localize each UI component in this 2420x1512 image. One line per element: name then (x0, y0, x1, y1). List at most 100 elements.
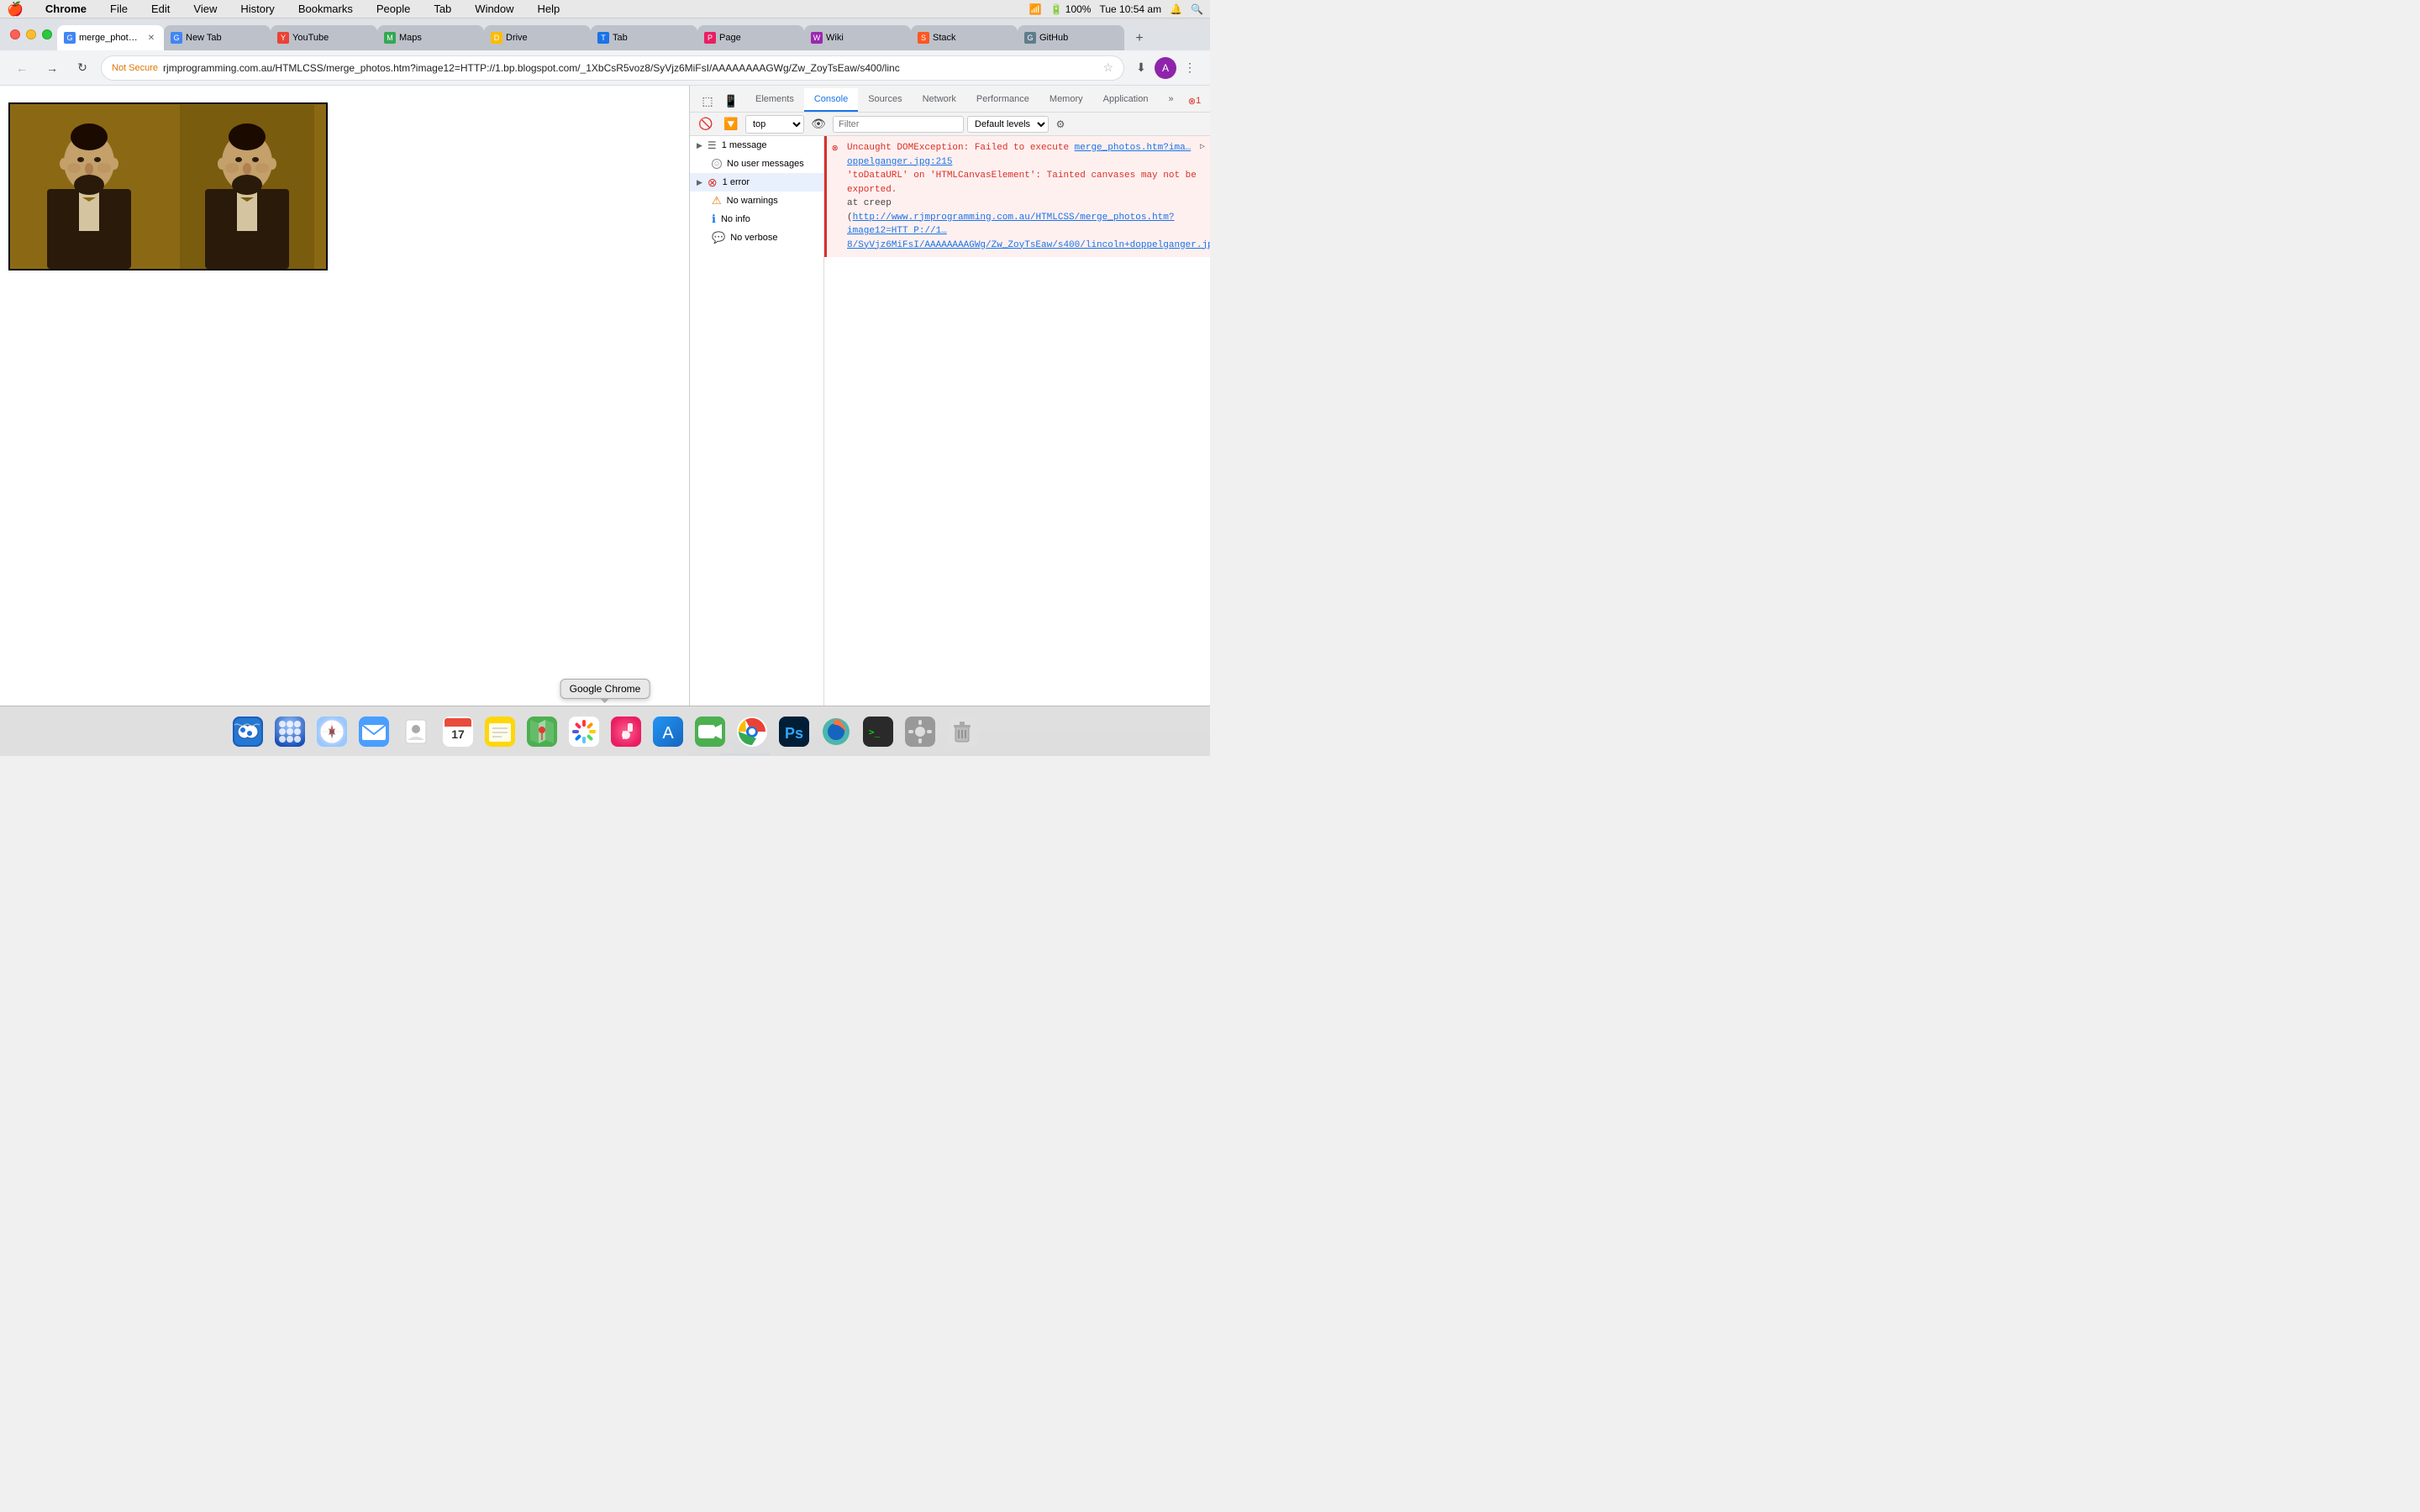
tab-title-3: YouTube (292, 33, 371, 43)
sidebar-item-info-label: No info (721, 214, 750, 224)
portrait-container (10, 104, 326, 269)
menubar-chrome[interactable]: Chrome (40, 1, 92, 17)
profile-icon[interactable]: A (1155, 57, 1176, 79)
filter-icon[interactable]: 🔽 (720, 113, 742, 135)
devtools-tab-application[interactable]: Application (1093, 88, 1159, 112)
dock-finder[interactable] (229, 713, 266, 750)
sidebar-item-info[interactable]: ℹ No info (690, 210, 823, 228)
dock-itunes[interactable] (608, 713, 644, 750)
devtools-settings-icon[interactable]: ⚙ (1209, 90, 1210, 112)
dock-photos[interactable] (566, 713, 602, 750)
inactive-tab-6[interactable]: P Page (697, 25, 804, 50)
inactive-tab-4[interactable]: D Drive (484, 25, 591, 50)
dock-firefox[interactable] (818, 713, 855, 750)
dock-mail[interactable] (355, 713, 392, 750)
devtools-tab-memory[interactable]: Memory (1039, 88, 1093, 112)
apple-menu-icon[interactable]: 🍎 (7, 1, 24, 18)
sidebar-item-errors[interactable]: ▶ ⊗ 1 error (690, 173, 823, 192)
svg-text:17: 17 (451, 727, 465, 741)
menubar-edit[interactable]: Edit (146, 1, 175, 17)
expand-icon-2: ▶ (697, 178, 702, 187)
devtools-tab-more[interactable]: » (1158, 88, 1183, 112)
menubar-file[interactable]: File (105, 1, 133, 17)
dock: Google Chrome 17 A Ps >_ (0, 706, 1210, 756)
minimize-button[interactable] (26, 29, 36, 39)
address-bar[interactable]: Not Secure rjmprogramming.com.au/HTMLCSS… (101, 55, 1124, 81)
devtools-tab-performance[interactable]: Performance (966, 88, 1039, 112)
filter-input[interactable] (833, 116, 964, 133)
dock-contacts[interactable] (397, 713, 434, 750)
menubar-people[interactable]: People (371, 1, 415, 17)
extensions-menu[interactable]: ⬇ (1131, 58, 1151, 78)
error-link-method[interactable]: merge_photos.htm?ima…oppelganger.jpg:215 (847, 143, 1191, 167)
tab-title-4: Maps (399, 33, 477, 43)
inactive-tab-9[interactable]: G GitHub (1018, 25, 1124, 50)
dock-appstore[interactable]: A (650, 713, 687, 750)
context-selector[interactable]: top (745, 115, 804, 134)
dock-settings[interactable] (902, 713, 939, 750)
bookmark-star-icon[interactable]: ☆ (1102, 60, 1113, 75)
dock-notes[interactable] (481, 713, 518, 750)
back-button[interactable]: ← (10, 56, 34, 80)
tab-close-button[interactable]: ✕ (145, 32, 157, 44)
toolbar-row: 🚫 🔽 top 👁 Default levels ⚙ (695, 113, 1205, 135)
menubar-help[interactable]: Help (533, 1, 566, 17)
devtools-tab-elements[interactable]: Elements (745, 88, 804, 112)
tab-favicon-7: P (704, 32, 716, 44)
menubar-view[interactable]: View (188, 1, 222, 17)
devtools-inspect-icon[interactable]: ⬚ (697, 90, 718, 112)
inactive-tab-3[interactable]: M Maps (377, 25, 484, 50)
devtools-controls: ⊗ 1 ⚙ ⋮ ✕ (1184, 90, 1210, 112)
active-tab[interactable]: G merge_photos.htm ✕ (57, 25, 164, 50)
eye-icon[interactable]: 👁 (808, 113, 829, 135)
console-settings-icon[interactable]: ⚙ (1052, 116, 1069, 133)
sidebar-item-messages[interactable]: ▶ ☰ 1 message (690, 136, 823, 155)
error-row-expand-icon[interactable]: ▷ (1200, 141, 1205, 154)
dock-trash[interactable] (944, 713, 981, 750)
sidebar-item-user-messages[interactable]: ○ No user messages (690, 155, 823, 173)
devtools-mobile-icon[interactable]: 📱 (720, 90, 742, 112)
inactive-tab-2[interactable]: Y YouTube (271, 25, 377, 50)
dock-photoshop[interactable]: Ps (776, 713, 813, 750)
dock-maps[interactable] (523, 713, 560, 750)
forward-button[interactable]: → (40, 56, 64, 80)
devtools-tab-network[interactable]: Network (913, 88, 966, 112)
tab-title-8: Wiki (826, 33, 904, 43)
clear-console-icon[interactable]: 🚫 (695, 113, 717, 135)
menubar-search-icon[interactable]: 🔍 (1191, 3, 1203, 15)
error-link-url[interactable]: http://www.rjmprogramming.com.au/HTMLCSS… (847, 213, 1210, 250)
dock-chrome[interactable] (734, 713, 771, 750)
dock-calendar[interactable]: 17 (439, 713, 476, 750)
menubar-history[interactable]: History (235, 1, 279, 17)
chrome-menu-button[interactable]: ⋮ (1180, 58, 1200, 78)
dock-terminal[interactable]: >_ (860, 713, 897, 750)
close-button[interactable] (10, 29, 20, 39)
inactive-tab-7[interactable]: W Wiki (804, 25, 911, 50)
tab-favicon-5: D (491, 32, 502, 44)
level-select[interactable]: Default levels (967, 116, 1049, 133)
inactive-tab-8[interactable]: S Stack (911, 25, 1018, 50)
dock-launchpad[interactable] (271, 713, 308, 750)
inactive-tab-5[interactable]: T Tab (591, 25, 697, 50)
dock-safari[interactable] (313, 713, 350, 750)
new-tab-button[interactable]: + (1128, 27, 1151, 50)
left-portrait (10, 104, 168, 269)
error-text-main: Uncaught DOMException: Failed to execute… (847, 141, 1203, 169)
console-sidebar: ▶ ☰ 1 message ○ No user messages ▶ ⊗ (690, 136, 824, 731)
menubar-tab[interactable]: Tab (429, 1, 456, 17)
tab-favicon-8: W (811, 32, 823, 44)
devtools-tab-sources[interactable]: Sources (858, 88, 912, 112)
list-icon: ☰ (708, 139, 717, 151)
devtools-tab-console[interactable]: Console (804, 88, 858, 112)
devtools-error-badge[interactable]: ⊗ 1 (1184, 90, 1206, 112)
maximize-button[interactable] (42, 29, 52, 39)
inactive-tab-1[interactable]: G New Tab (164, 25, 271, 50)
sidebar-item-warnings[interactable]: ⚠ No warnings (690, 192, 823, 210)
reload-button[interactable]: ↻ (71, 56, 94, 80)
menubar-window[interactable]: Window (470, 1, 518, 17)
menubar-notification-icon[interactable]: 🔔 (1170, 3, 1182, 15)
menubar-bookmarks[interactable]: Bookmarks (293, 1, 358, 17)
browser-page (0, 86, 689, 756)
sidebar-item-verbose[interactable]: 💬 No verbose (690, 228, 823, 247)
dock-facetime[interactable] (692, 713, 729, 750)
